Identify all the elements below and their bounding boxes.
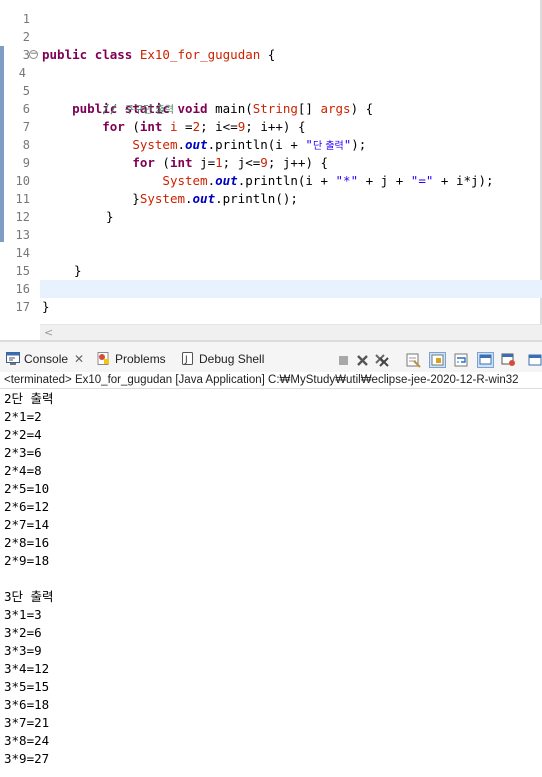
output-line: 3*3=9 (4, 643, 42, 658)
code-line[interactable]: 2 public class Ex10_for_gugudan { (0, 10, 542, 62)
code-line[interactable]: 6 for (int i =2; i<=9; i++) { (0, 82, 542, 134)
output-line: 2*2=4 (4, 427, 42, 442)
console-icon (6, 352, 20, 366)
line-number: 17 (15, 300, 30, 314)
output-line: 3*5=15 (4, 679, 50, 694)
console-view-tabbar: Console ✕ Problems J Debug Shell (0, 340, 542, 372)
tab-debug-shell[interactable]: J Debug Shell (181, 350, 264, 368)
output-line: 3*7=21 (4, 715, 50, 730)
tab-console-label: Console (24, 352, 69, 366)
output-line: 2*1=2 (4, 409, 42, 424)
output-line: 2*4=8 (4, 463, 42, 478)
pin-console-icon[interactable] (477, 352, 494, 368)
terminate-icon[interactable] (335, 352, 352, 368)
remove-all-terminated-icon[interactable] (373, 352, 390, 368)
output-line: 3*2=6 (4, 625, 42, 640)
problems-icon (97, 352, 109, 366)
display-selected-console-icon[interactable] (500, 352, 517, 368)
output-line: 2단 출력 (4, 391, 54, 406)
output-line: 2*8=16 (4, 535, 50, 550)
word-wrap-icon[interactable] (453, 352, 470, 368)
code-line[interactable]: 3 (0, 28, 542, 62)
output-line: 3*4=12 (4, 661, 50, 676)
remove-launch-icon[interactable] (354, 352, 371, 368)
clear-console-icon[interactable] (405, 352, 422, 368)
output-line: 2*7=14 (4, 517, 50, 532)
tab-console[interactable]: Console ✕ (6, 350, 84, 368)
code-line[interactable]: 15 (0, 244, 542, 278)
code-line[interactable]: 14 } (0, 226, 542, 278)
debug-shell-icon: J (182, 352, 193, 366)
code-line[interactable]: 4 − public static void main(String[] arg… (0, 46, 542, 117)
code-line[interactable]: 17 (0, 280, 542, 314)
editor-horizontal-scrollbar[interactable]: < (40, 324, 542, 340)
scroll-left-arrow-icon[interactable]: < (44, 325, 54, 341)
code-editor[interactable]: 1 2 public class Ex10_for_gugudan { 3 4 … (0, 0, 542, 324)
open-console-icon[interactable] (527, 352, 542, 368)
output-line: 3*6=18 (4, 697, 50, 712)
output-line: 3*8=24 (4, 733, 50, 748)
output-line: 3*1=3 (4, 607, 42, 622)
code-line[interactable]: 13 (0, 208, 542, 242)
output-line: 3*9=27 (4, 751, 50, 766)
code-line[interactable]: 16 } (0, 262, 542, 314)
code-line[interactable]: 9 System.out.println(i + "*" + j + "=" +… (0, 136, 542, 188)
scroll-lock-icon[interactable] (429, 352, 446, 368)
output-line: 2*3=6 (4, 445, 42, 460)
tab-problems[interactable]: Problems (97, 350, 166, 368)
console-process-status: <terminated> Ex10_for_gugudan [Java Appl… (0, 372, 542, 389)
output-line: 2*6=12 (4, 499, 50, 514)
output-line: 3단 출력 (4, 589, 54, 604)
console-output[interactable]: 2단 출력 2*1=2 2*2=4 2*3=6 2*4=8 2*5=10 2*6… (4, 390, 542, 768)
output-line: 2*5=10 (4, 481, 50, 496)
svg-text:J: J (184, 355, 188, 365)
code-line[interactable]: 11 } (0, 172, 542, 224)
code-line[interactable]: 1 (0, 0, 542, 26)
code-text: } (42, 299, 50, 314)
code-line[interactable]: 8 for (int j=1; j<=9; j++) { (0, 118, 542, 170)
tab-problems-label: Problems (115, 352, 166, 366)
code-line[interactable]: 5 // 구구단 출력 (0, 64, 542, 116)
code-line[interactable]: 12 (0, 190, 542, 224)
tab-debug-shell-label: Debug Shell (199, 352, 265, 366)
code-line[interactable]: 10 }System.out.println(); (0, 154, 542, 206)
code-line[interactable]: 7 System.out.println(i + "단 출력"); (0, 100, 542, 152)
output-line: 2*9=18 (4, 553, 50, 568)
fold-collapse-icon[interactable]: − (29, 50, 38, 59)
close-icon[interactable]: ✕ (74, 350, 84, 368)
